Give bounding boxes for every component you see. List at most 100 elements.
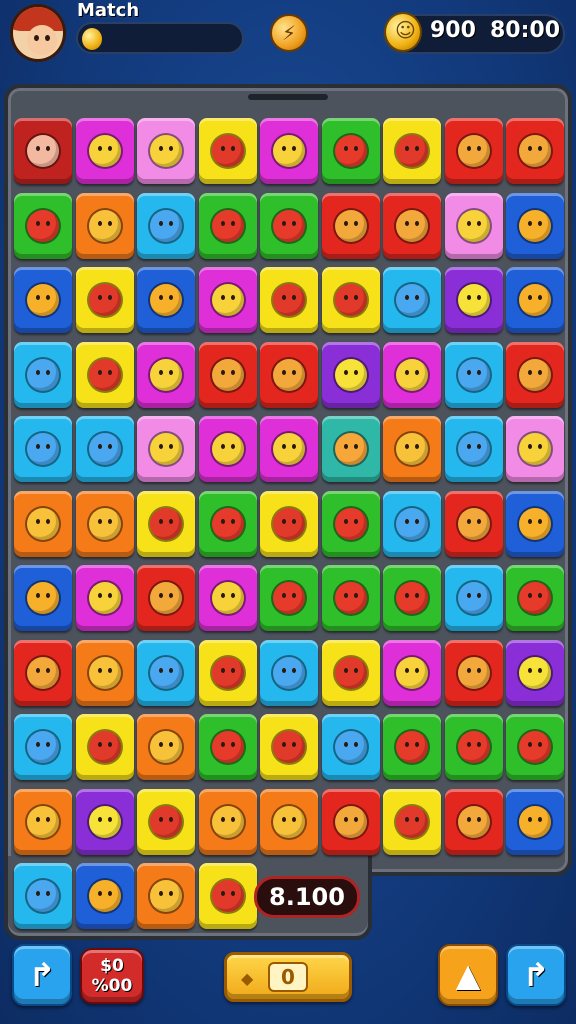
player-avatar[interactable] xyxy=(10,4,66,62)
tile[interactable] xyxy=(444,490,503,557)
tile[interactable] xyxy=(444,788,503,855)
booster-icon[interactable]: ⚡ xyxy=(270,14,308,52)
tile[interactable] xyxy=(75,863,134,929)
tile[interactable] xyxy=(75,192,134,259)
tile[interactable] xyxy=(444,267,503,333)
tile[interactable] xyxy=(198,565,257,631)
tile[interactable] xyxy=(321,192,380,259)
tile[interactable] xyxy=(383,118,441,184)
tile[interactable] xyxy=(137,639,195,706)
tile[interactable] xyxy=(383,192,441,259)
tile[interactable] xyxy=(137,788,195,855)
tile[interactable] xyxy=(75,267,134,333)
tile[interactable] xyxy=(14,788,72,855)
tile[interactable] xyxy=(75,416,134,482)
tile[interactable] xyxy=(198,118,257,184)
tile[interactable] xyxy=(198,267,257,333)
tile[interactable] xyxy=(198,714,257,780)
tile[interactable] xyxy=(198,341,257,408)
tile[interactable] xyxy=(137,192,195,259)
tile[interactable] xyxy=(321,341,380,408)
tile[interactable] xyxy=(506,788,564,855)
tile[interactable] xyxy=(506,416,564,482)
tile[interactable] xyxy=(321,267,380,333)
tile[interactable] xyxy=(14,714,72,780)
purchase-button[interactable]: $0 %00 xyxy=(80,948,144,1004)
tile[interactable] xyxy=(14,192,72,259)
play-button[interactable]: ◆ 0 xyxy=(224,952,352,1002)
tile[interactable] xyxy=(137,267,195,333)
tile[interactable] xyxy=(75,118,134,184)
tile[interactable] xyxy=(75,490,134,557)
tile[interactable] xyxy=(14,416,72,482)
tile[interactable] xyxy=(444,416,503,482)
tile[interactable] xyxy=(506,714,564,780)
tile[interactable] xyxy=(444,341,503,408)
tile[interactable] xyxy=(75,639,134,706)
tile[interactable] xyxy=(383,341,441,408)
tile[interactable] xyxy=(14,639,72,706)
tile[interactable] xyxy=(198,788,257,855)
tile[interactable] xyxy=(444,192,503,259)
tile[interactable] xyxy=(137,565,195,631)
tile[interactable] xyxy=(14,490,72,557)
tile[interactable] xyxy=(198,863,257,929)
tile[interactable] xyxy=(260,788,318,855)
tile[interactable] xyxy=(383,267,441,333)
tile[interactable] xyxy=(321,118,380,184)
tile[interactable] xyxy=(14,863,72,929)
tile[interactable] xyxy=(321,714,380,780)
tile[interactable] xyxy=(383,639,441,706)
tile[interactable] xyxy=(260,565,318,631)
tile[interactable] xyxy=(75,788,134,855)
tile[interactable] xyxy=(444,565,503,631)
tile[interactable] xyxy=(321,788,380,855)
tile[interactable] xyxy=(14,118,72,184)
tile[interactable] xyxy=(137,490,195,557)
undo-button[interactable]: ↱ xyxy=(12,944,72,1006)
tile[interactable] xyxy=(506,267,564,333)
tile[interactable] xyxy=(14,341,72,408)
tile[interactable] xyxy=(75,565,134,631)
tile[interactable] xyxy=(260,118,318,184)
tile[interactable] xyxy=(137,714,195,780)
tile[interactable] xyxy=(137,118,195,184)
tile[interactable] xyxy=(260,714,318,780)
tile[interactable] xyxy=(506,639,564,706)
tile[interactable] xyxy=(75,341,134,408)
tile[interactable] xyxy=(260,639,318,706)
tile[interactable] xyxy=(198,639,257,706)
redo-button[interactable]: ↱ xyxy=(506,944,566,1006)
tile[interactable] xyxy=(198,490,257,557)
tile[interactable] xyxy=(444,639,503,706)
tile[interactable] xyxy=(75,714,134,780)
tile[interactable] xyxy=(506,118,564,184)
tile[interactable] xyxy=(14,565,72,631)
tile[interactable] xyxy=(506,341,564,408)
tile[interactable] xyxy=(321,490,380,557)
tile[interactable] xyxy=(198,192,257,259)
tile[interactable] xyxy=(383,565,441,631)
tile[interactable] xyxy=(260,490,318,557)
tile[interactable] xyxy=(14,267,72,333)
tile[interactable] xyxy=(506,565,564,631)
tile[interactable] xyxy=(383,490,441,557)
tile[interactable] xyxy=(260,267,318,333)
tile[interactable] xyxy=(321,416,380,482)
tile[interactable] xyxy=(137,341,195,408)
tile[interactable] xyxy=(321,565,380,631)
tile[interactable] xyxy=(506,490,564,557)
tile[interactable] xyxy=(260,416,318,482)
tile[interactable] xyxy=(198,416,257,482)
tile[interactable] xyxy=(383,788,441,855)
tile[interactable] xyxy=(506,192,564,259)
hint-button[interactable]: ▲ xyxy=(438,944,498,1006)
tile[interactable] xyxy=(260,192,318,259)
tile[interactable] xyxy=(137,416,195,482)
tile[interactable] xyxy=(321,639,380,706)
tile[interactable] xyxy=(383,714,441,780)
tile[interactable] xyxy=(383,416,441,482)
tile[interactable] xyxy=(137,863,195,929)
tile[interactable] xyxy=(260,341,318,408)
tile[interactable] xyxy=(444,118,503,184)
